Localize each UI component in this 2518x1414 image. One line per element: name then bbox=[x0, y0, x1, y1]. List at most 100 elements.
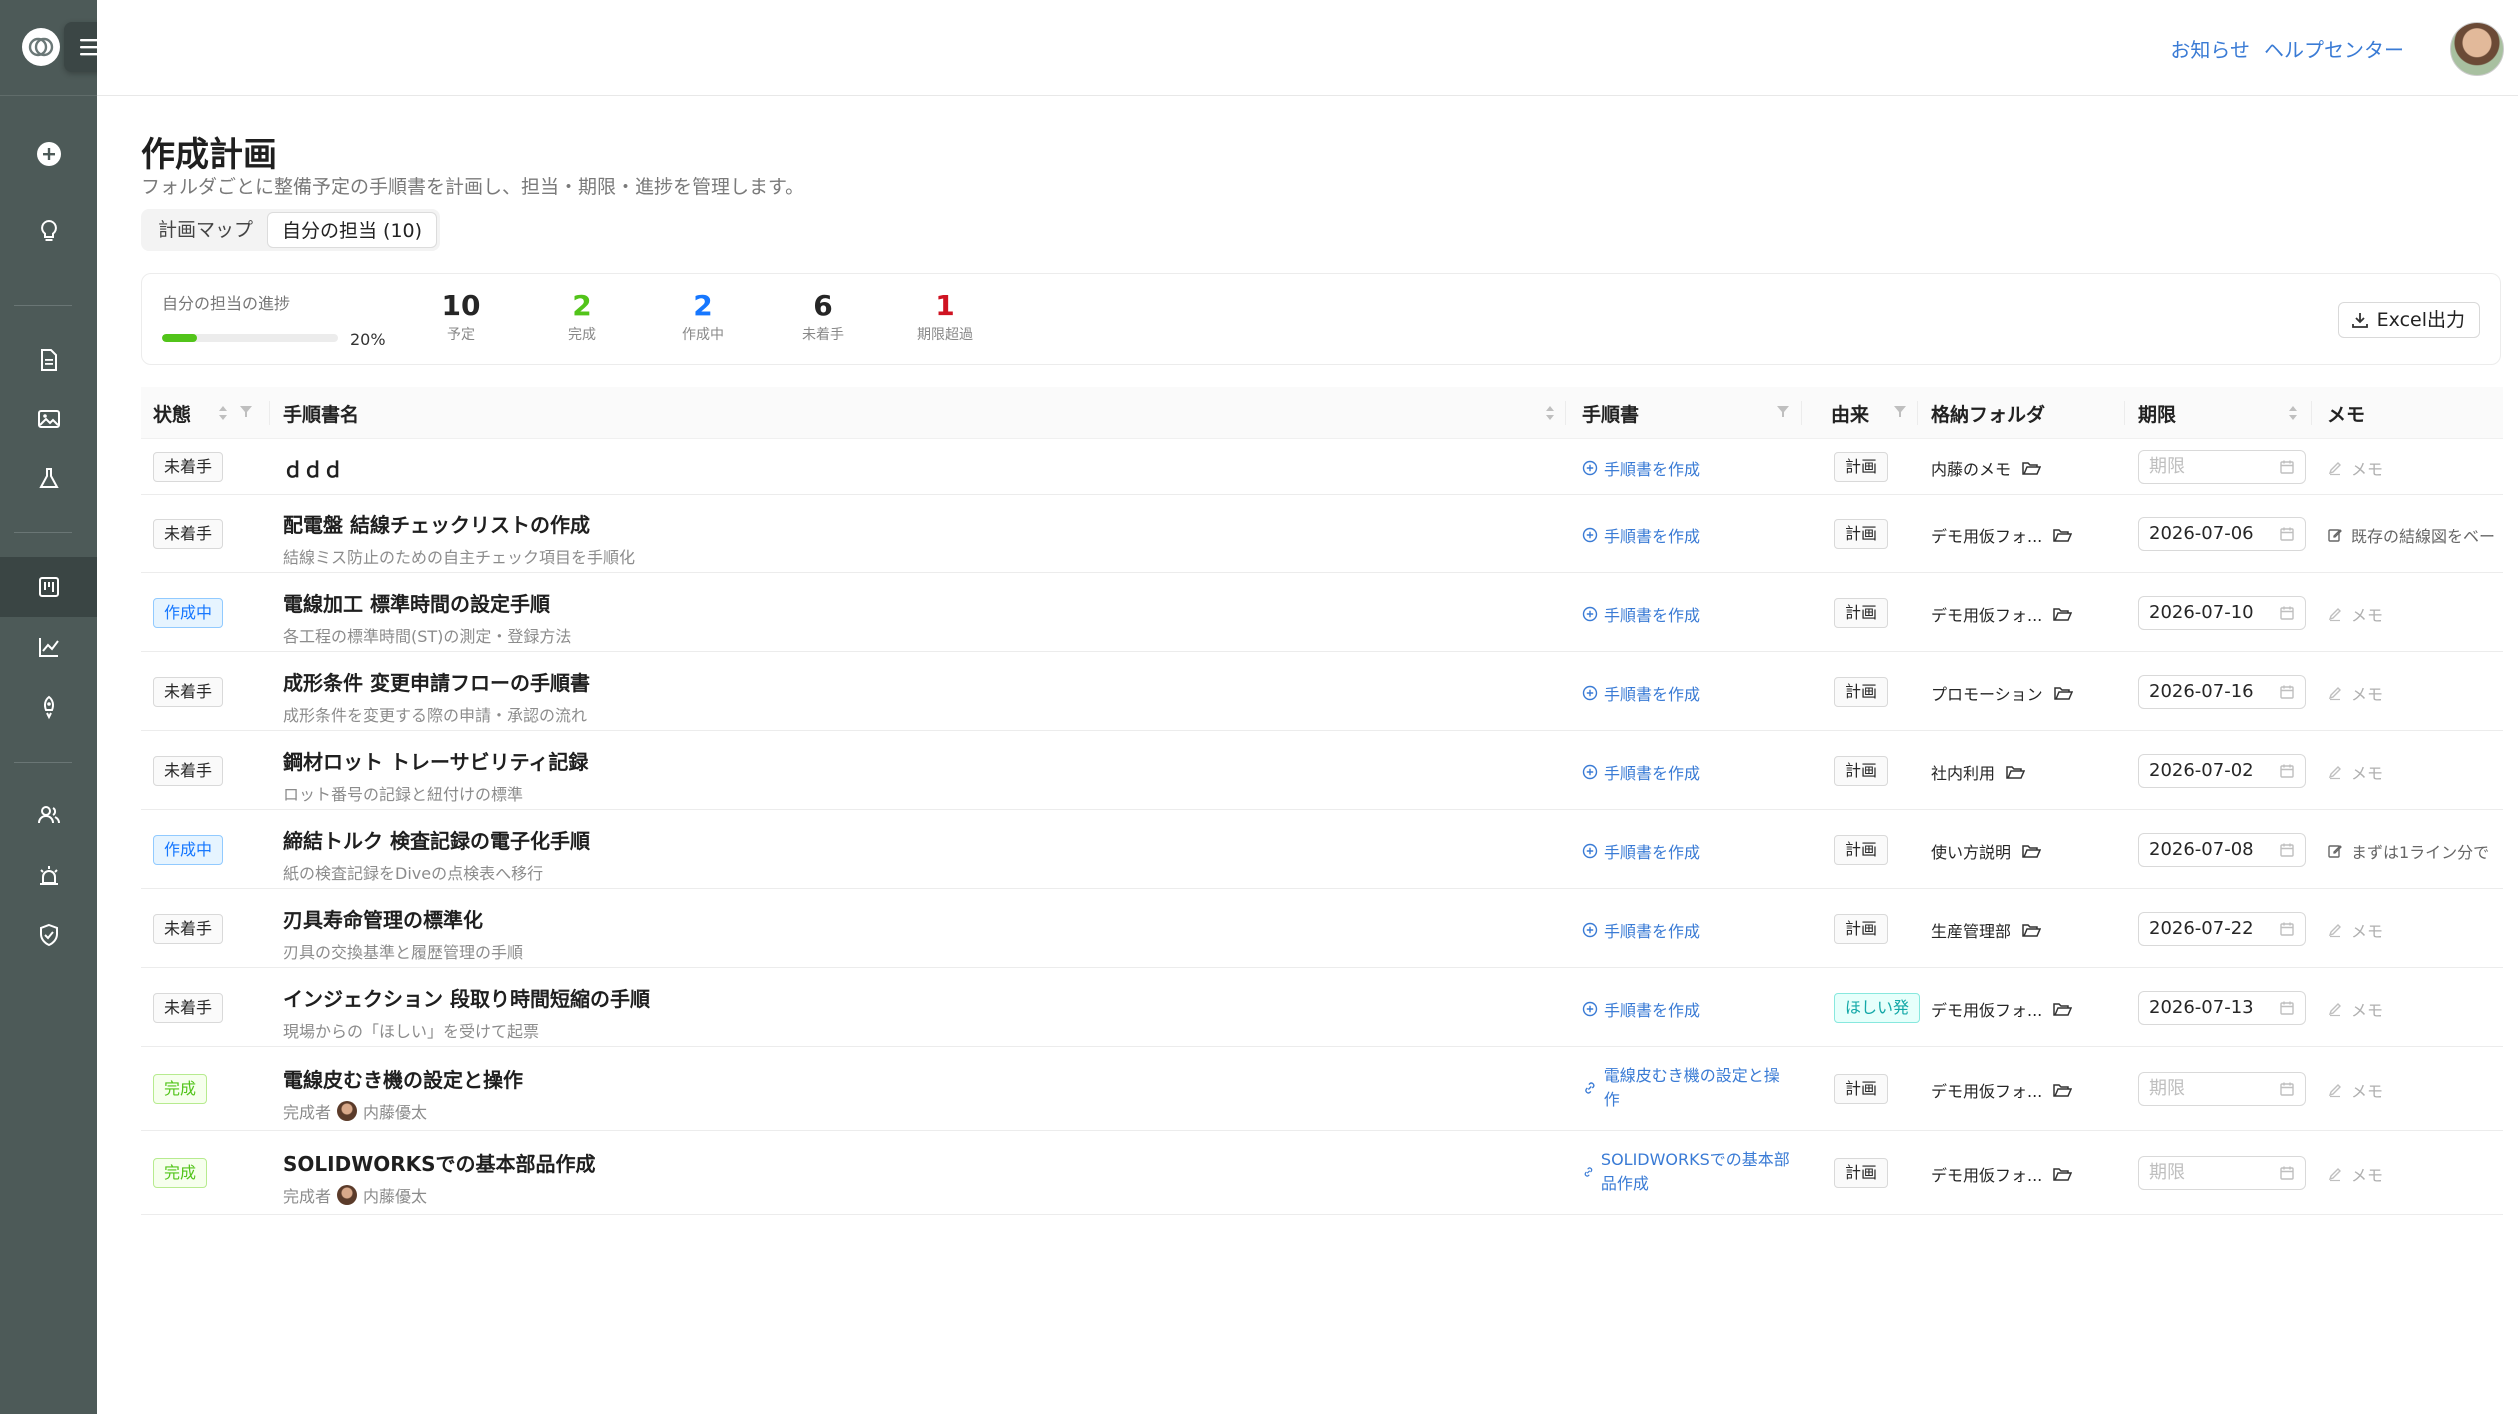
document-link[interactable]: 手順書を作成 bbox=[1582, 456, 1700, 480]
sort-icon[interactable] bbox=[1544, 404, 1556, 422]
document-link[interactable]: SOLIDWORKSでの基本部品作成 bbox=[1582, 1148, 1792, 1196]
document-link[interactable]: 手順書を作成 bbox=[1582, 997, 1700, 1021]
table-row[interactable]: 完成 電線皮むき機の設定と操作 完成者 内藤優太 電線皮むき機の設定と操作 計画 デモ用仮フ… bbox=[141, 1047, 2503, 1131]
chart-line-icon[interactable] bbox=[0, 617, 97, 677]
memo-field[interactable]: メモ bbox=[2327, 1078, 2497, 1102]
table-row[interactable]: 未着手 配電盤 結線チェックリストの作成 結線ミス防止のための自主チェック項目を手順… bbox=[141, 495, 2503, 573]
table-row[interactable]: 未着手 インジェクション 段取り時間短縮の手順 現場からの「ほしい」を受けて起票 手順… bbox=[141, 968, 2503, 1047]
rocket-icon[interactable] bbox=[0, 677, 97, 737]
user-avatar[interactable] bbox=[2450, 22, 2504, 76]
deadline-picker[interactable]: 2026-07-22 bbox=[2138, 912, 2306, 946]
app-logo-icon[interactable] bbox=[22, 28, 60, 66]
deadline-picker[interactable]: 期限 bbox=[2138, 1072, 2306, 1106]
lightbulb-icon[interactable] bbox=[0, 201, 97, 261]
image-icon[interactable] bbox=[0, 389, 97, 449]
calendar-icon[interactable] bbox=[2279, 684, 2295, 700]
deadline-picker[interactable]: 2026-07-10 bbox=[2138, 596, 2306, 630]
users-icon[interactable] bbox=[0, 785, 97, 845]
row-title[interactable]: 配電盤 結線チェックリストの作成 bbox=[283, 509, 635, 538]
calendar-icon[interactable] bbox=[2279, 921, 2295, 937]
table-row[interactable]: 未着手 刃具寿命管理の標準化 刃具の交換基準と履歴管理の手順 手順書を作成 計画 生産管理… bbox=[141, 889, 2503, 968]
folder-open-icon[interactable] bbox=[2021, 843, 2042, 859]
deadline-picker[interactable]: 2026-07-02 bbox=[2138, 754, 2306, 788]
calendar-icon[interactable] bbox=[2279, 763, 2295, 779]
sort-icon[interactable] bbox=[2287, 404, 2299, 422]
add-icon[interactable] bbox=[0, 124, 97, 184]
calendar-icon[interactable] bbox=[2279, 842, 2295, 858]
memo-field[interactable]: 既存の結線図をベー bbox=[2327, 523, 2497, 547]
row-title[interactable]: インジェクション 段取り時間短縮の手順 bbox=[283, 983, 650, 1012]
row-title[interactable]: 鋼材ロット トレーサビリティ記録 bbox=[283, 746, 588, 775]
calendar-icon[interactable] bbox=[2279, 1000, 2295, 1016]
help-center-link[interactable]: ヘルプセンター bbox=[2264, 34, 2404, 63]
folder-open-icon[interactable] bbox=[2052, 1166, 2073, 1182]
tab-plan-map[interactable]: 計画マップ bbox=[144, 212, 267, 248]
folder-open-icon[interactable] bbox=[2052, 606, 2073, 622]
folder-open-icon[interactable] bbox=[2021, 460, 2042, 476]
deadline-picker[interactable]: 期限 bbox=[2138, 450, 2306, 484]
memo-field[interactable]: まずは1ライン分で bbox=[2327, 839, 2497, 863]
row-title[interactable]: 電線皮むき機の設定と操作 bbox=[283, 1064, 523, 1093]
table-row[interactable]: 完成 SOLIDWORKSでの基本部品作成 完成者 内藤優太 SOLIDWORKSでの基… bbox=[141, 1131, 2503, 1215]
row-title[interactable]: 締結トルク 検査記録の電子化手順 bbox=[283, 825, 590, 854]
header-memo[interactable]: メモ bbox=[2327, 387, 2365, 439]
row-title[interactable]: SOLIDWORKSでの基本部品作成 bbox=[283, 1148, 596, 1177]
calendar-icon[interactable] bbox=[2279, 1081, 2295, 1097]
document-icon[interactable] bbox=[0, 330, 97, 390]
table-row[interactable]: 作成中 締結トルク 検査記録の電子化手順 紙の検査記録をDiveの点検表へ移行 手順書… bbox=[141, 810, 2503, 889]
document-link[interactable]: 手順書を作成 bbox=[1582, 602, 1700, 626]
folder-open-icon[interactable] bbox=[2052, 1082, 2073, 1098]
calendar-icon[interactable] bbox=[2279, 459, 2295, 475]
document-link[interactable]: 電線皮むき機の設定と操作 bbox=[1582, 1064, 1792, 1112]
document-link[interactable]: 手順書を作成 bbox=[1582, 760, 1700, 784]
table-row[interactable]: 未着手 ｄｄｄ 手順書を作成 計画 内藤のメモ 期限 メモ bbox=[141, 439, 2503, 495]
header-name[interactable]: 手順書名 bbox=[283, 387, 359, 439]
row-title[interactable]: ｄｄｄ bbox=[283, 454, 343, 483]
flask-icon[interactable] bbox=[0, 449, 97, 509]
deadline-picker[interactable]: 期限 bbox=[2138, 1156, 2306, 1190]
document-link[interactable]: 手順書を作成 bbox=[1582, 918, 1700, 942]
folder-open-icon[interactable] bbox=[2052, 1001, 2073, 1017]
calendar-icon[interactable] bbox=[2279, 1165, 2295, 1181]
tab-my-assignments[interactable]: 自分の担当 (10) bbox=[267, 212, 438, 248]
excel-export-button[interactable]: Excel出力 bbox=[2337, 302, 2480, 338]
header-status[interactable]: 状態 bbox=[153, 387, 191, 439]
sort-icon[interactable] bbox=[217, 404, 229, 422]
calendar-icon[interactable] bbox=[2279, 605, 2295, 621]
alarm-icon[interactable] bbox=[0, 846, 97, 906]
table-row[interactable]: 作成中 電線加工 標準時間の設定手順 各工程の標準時間(ST)の測定・登録方法 手順書… bbox=[141, 573, 2503, 652]
memo-field[interactable]: メモ bbox=[2327, 997, 2497, 1021]
row-title[interactable]: 刃具寿命管理の標準化 bbox=[283, 904, 523, 933]
memo-field[interactable]: メモ bbox=[2327, 456, 2497, 480]
header-document[interactable]: 手順書 bbox=[1582, 387, 1639, 439]
plan-board-icon[interactable] bbox=[0, 557, 97, 617]
calendar-icon[interactable] bbox=[2279, 526, 2295, 542]
deadline-picker[interactable]: 2026-07-16 bbox=[2138, 675, 2306, 709]
header-folder[interactable]: 格納フォルダ bbox=[1931, 387, 2045, 439]
memo-field[interactable]: メモ bbox=[2327, 681, 2497, 705]
filter-icon[interactable] bbox=[1776, 404, 1790, 418]
deadline-picker[interactable]: 2026-07-08 bbox=[2138, 833, 2306, 867]
header-deadline[interactable]: 期限 bbox=[2138, 387, 2176, 439]
document-link[interactable]: 手順書を作成 bbox=[1582, 523, 1700, 547]
document-link[interactable]: 手順書を作成 bbox=[1582, 839, 1700, 863]
folder-open-icon[interactable] bbox=[2021, 922, 2042, 938]
header-origin[interactable]: 由来 bbox=[1831, 387, 1869, 439]
filter-icon[interactable] bbox=[1893, 404, 1907, 418]
folder-open-icon[interactable] bbox=[2005, 764, 2026, 780]
deadline-picker[interactable]: 2026-07-06 bbox=[2138, 517, 2306, 551]
filter-icon[interactable] bbox=[239, 404, 253, 418]
shield-check-icon[interactable] bbox=[0, 905, 97, 965]
folder-open-icon[interactable] bbox=[2052, 527, 2073, 543]
row-title[interactable]: 成形条件 変更申請フローの手順書 bbox=[283, 667, 590, 696]
deadline-picker[interactable]: 2026-07-13 bbox=[2138, 991, 2306, 1025]
memo-field[interactable]: メモ bbox=[2327, 918, 2497, 942]
folder-open-icon[interactable] bbox=[2053, 685, 2073, 701]
memo-field[interactable]: メモ bbox=[2327, 602, 2497, 626]
row-title[interactable]: 電線加工 標準時間の設定手順 bbox=[283, 588, 571, 617]
notice-link[interactable]: お知らせ bbox=[2170, 34, 2250, 63]
memo-field[interactable]: メモ bbox=[2327, 760, 2497, 784]
document-link[interactable]: 手順書を作成 bbox=[1582, 681, 1700, 705]
table-row[interactable]: 未着手 鋼材ロット トレーサビリティ記録 ロット番号の記録と紐付けの標準 手順書を作成… bbox=[141, 731, 2503, 810]
memo-field[interactable]: メモ bbox=[2327, 1162, 2497, 1186]
